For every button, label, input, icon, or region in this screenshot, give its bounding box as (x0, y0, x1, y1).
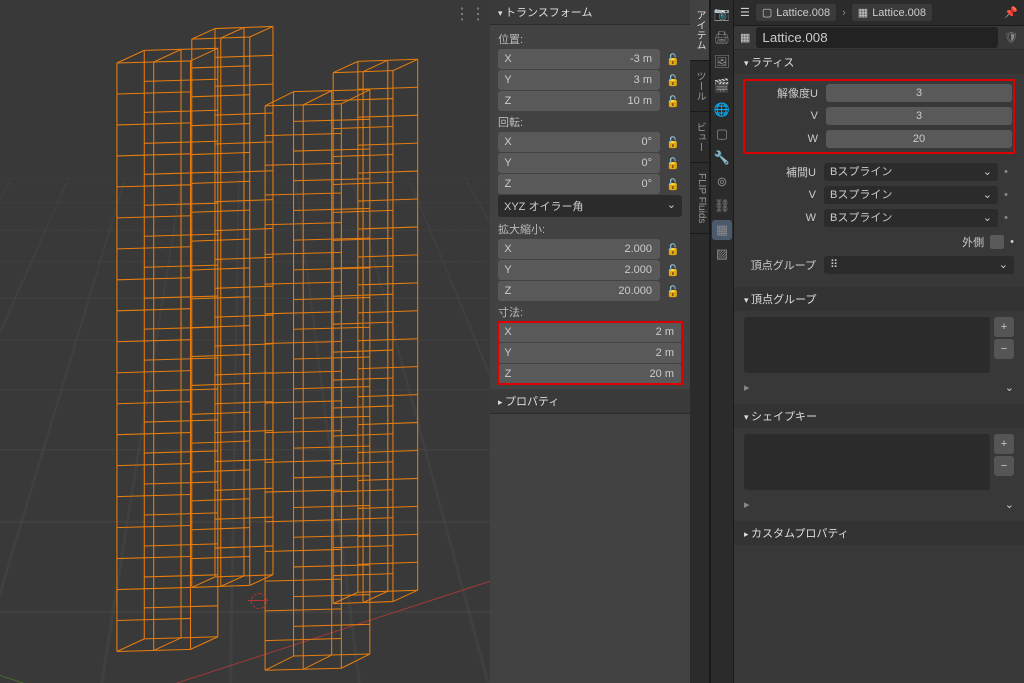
render-tab-icon[interactable]: 📷 (712, 4, 732, 24)
breadcrumb-data[interactable]: ▦Lattice.008 (852, 4, 932, 21)
object-tab-icon[interactable]: ▢ (712, 124, 732, 144)
interp-v-dropdown[interactable]: Bスプライン (824, 186, 998, 204)
cursor-3d (248, 590, 268, 610)
pin-icon[interactable]: 📌 (1004, 6, 1018, 19)
outside-checkbox[interactable] (990, 235, 1004, 249)
world-tab-icon[interactable]: 🌐 (712, 100, 732, 120)
resolution-w-field[interactable]: 20 (826, 130, 1012, 148)
remove-button[interactable]: − (994, 339, 1014, 359)
rotation-z-field[interactable]: 0° (518, 174, 660, 194)
specials-menu-icon[interactable]: ⌄ (1005, 381, 1014, 394)
dimension-z-field[interactable]: 20 m (518, 364, 682, 384)
rotation-label: 回転: (498, 112, 682, 132)
lock-icon[interactable]: 🔓 (664, 178, 682, 191)
interp-u-dropdown[interactable]: Bスプライン (824, 163, 998, 181)
location-label: 位置: (498, 29, 682, 49)
lattice-data-icon[interactable]: ▦ (740, 31, 750, 44)
anim-icon[interactable]: • (998, 212, 1014, 224)
dimension-label: 寸法: (498, 302, 682, 322)
vertex-group-field[interactable]: ⠿ (824, 256, 1014, 274)
transform-panel-header[interactable]: トランスフォーム (490, 0, 690, 25)
dimension-x-field[interactable]: 2 m (518, 322, 682, 342)
properties-editor: ☰ ▢Lattice.008 › ▦Lattice.008 📌 ▦ 🛡 ラティス… (734, 0, 1024, 683)
lattice-icon: ▦ (858, 6, 868, 19)
shape-keys-header[interactable]: シェイプキー (734, 404, 1024, 428)
tab-item[interactable]: アイテム (690, 0, 709, 61)
location-x-field[interactable]: -3 m (518, 49, 660, 69)
axis-z-label: Z (498, 91, 518, 111)
scale-label: 拡大縮小: (498, 219, 682, 239)
viewport-3d[interactable]: ⋮⋮ (0, 0, 490, 683)
custom-props-header[interactable]: カスタムプロパティ (734, 521, 1024, 545)
lock-icon[interactable]: 🔓 (664, 136, 682, 149)
vertex-groups-header[interactable]: 頂点グループ (734, 287, 1024, 311)
constraint-tab-icon[interactable]: ⛓ (712, 196, 732, 216)
datablock-name-input[interactable] (756, 27, 998, 48)
resolution-u-label: 解像度U (746, 85, 826, 101)
axis-y-label: Y (498, 70, 518, 90)
lock-icon[interactable]: 🔓 (664, 53, 682, 66)
lock-icon[interactable]: 🔓 (664, 74, 682, 87)
scale-z-field[interactable]: 20.000 (518, 281, 660, 301)
vertex-group-label: 頂点グループ (744, 257, 824, 273)
data-tab-icon[interactable]: ▦ (712, 220, 732, 240)
anim-icon[interactable]: • (1010, 236, 1014, 248)
properties-tab-column: 📷 🖨 🖼 🎬 🌐 ▢ 🔧 ⊚ ⛓ ▦ ▨ (710, 0, 734, 683)
lattice-object-3[interactable] (185, 18, 285, 598)
remove-button[interactable]: − (994, 456, 1014, 476)
tab-flip-fluids[interactable]: FLIP Fluids (690, 163, 709, 234)
expand-icon[interactable]: ▸ (744, 381, 750, 394)
output-tab-icon[interactable]: 🖨 (712, 28, 732, 48)
anim-icon[interactable]: • (998, 189, 1014, 201)
rotation-y-field[interactable]: 0° (518, 153, 660, 173)
shape-key-list[interactable] (744, 434, 990, 490)
add-button[interactable]: + (994, 317, 1014, 337)
editor-type-icon[interactable]: ☰ (740, 6, 750, 19)
location-z-field[interactable]: 10 m (518, 91, 660, 111)
scale-x-field[interactable]: 2.000 (518, 239, 660, 259)
tab-tool[interactable]: ツール (690, 61, 709, 112)
scale-y-field[interactable]: 2.000 (518, 260, 660, 280)
tab-view[interactable]: ビュー (690, 112, 709, 163)
resolution-v-field[interactable]: 3 (826, 107, 1012, 125)
lattice-section-header[interactable]: ラティス (734, 50, 1024, 74)
panel-drag-handle-icon[interactable]: ⋮⋮ (454, 4, 486, 24)
physics-tab-icon[interactable]: ⊚ (712, 172, 732, 192)
lock-icon[interactable]: 🔓 (664, 243, 682, 256)
outside-label: 外側 (962, 234, 984, 250)
rotation-x-field[interactable]: 0° (518, 132, 660, 152)
properties-panel-header[interactable]: プロパティ (490, 389, 690, 414)
specials-menu-icon[interactable]: ⌄ (1005, 498, 1014, 511)
n-panel-tabs: アイテム ツール ビュー FLIP Fluids (690, 0, 710, 683)
fake-user-icon[interactable]: 🛡 (1004, 31, 1018, 44)
anim-icon[interactable]: • (998, 166, 1014, 178)
lock-icon[interactable]: 🔓 (664, 285, 682, 298)
breadcrumb-object[interactable]: ▢Lattice.008 (756, 4, 836, 21)
add-button[interactable]: + (994, 434, 1014, 454)
interp-u-label: 補間U (744, 164, 824, 180)
axis-x-label: X (498, 49, 518, 69)
location-y-field[interactable]: 3 m (518, 70, 660, 90)
interp-w-dropdown[interactable]: Bスプライン (824, 209, 998, 227)
vertex-group-list[interactable] (744, 317, 990, 373)
lattice-object-4[interactable] (328, 48, 428, 618)
modifier-tab-icon[interactable]: 🔧 (712, 148, 732, 168)
scene-tab-icon[interactable]: 🎬 (712, 76, 732, 96)
viewlayer-tab-icon[interactable]: 🖼 (712, 52, 732, 72)
cube-icon: ▢ (762, 6, 772, 19)
n-panel: トランスフォーム 位置: X-3 m🔓 Y3 m🔓 Z10 m🔓 回転: X0°… (490, 0, 690, 683)
resolution-u-field[interactable]: 3 (826, 84, 1012, 102)
expand-icon[interactable]: ▸ (744, 498, 750, 511)
dimension-y-field[interactable]: 2 m (518, 343, 682, 363)
rotation-mode-dropdown[interactable]: XYZ オイラー角 (498, 195, 682, 217)
lock-icon[interactable]: 🔓 (664, 264, 682, 277)
texture-tab-icon[interactable]: ▨ (712, 244, 732, 264)
lock-icon[interactable]: 🔓 (664, 157, 682, 170)
lock-icon[interactable]: 🔓 (664, 95, 682, 108)
